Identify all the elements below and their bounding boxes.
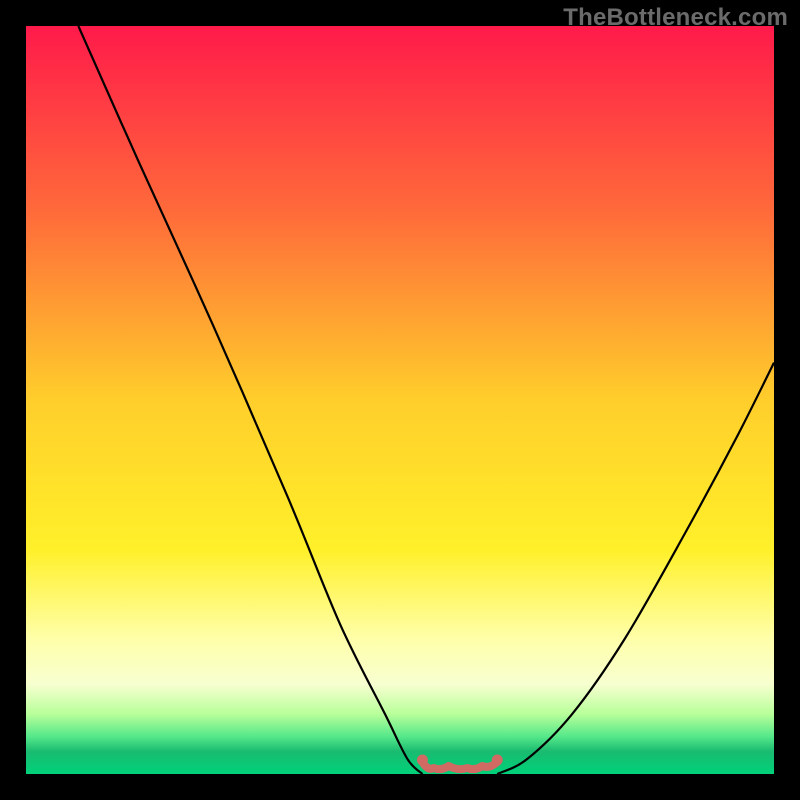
flat-segment-endpoint [417, 755, 428, 766]
watermark-label: TheBottleneck.com [563, 4, 788, 32]
flat-segment-endpoint [492, 755, 503, 766]
chart-frame: TheBottleneck.com [0, 0, 800, 800]
chart-svg [26, 26, 774, 774]
plot-area [26, 26, 774, 774]
gradient-background [26, 26, 774, 774]
